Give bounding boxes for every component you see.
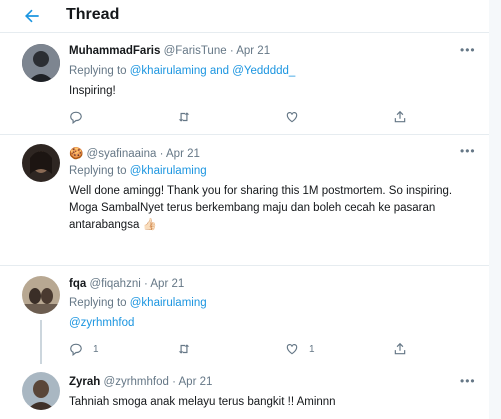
thumbs-up-emoji: 👍🏻 [142,219,157,231]
tweet-date[interactable]: Apr 21 [179,376,213,388]
tweet-meta: Zyrah @zyrhmhfod · Apr 21 [69,376,212,388]
retweet-button[interactable] [177,109,191,125]
like-button[interactable]: 1 [285,341,315,357]
handle[interactable]: @fiqahzni [89,278,140,290]
retweet-icon [178,112,190,122]
replying-to: Replying to @khairulaming [69,297,207,309]
display-name[interactable]: fqa [69,278,86,290]
like-count: 1 [309,343,315,355]
tweet-reply[interactable]: fqa @fiqahzni · Apr 21 Replying to @khai… [0,266,489,366]
share-icon [394,342,406,355]
display-name[interactable]: MuhammadFaris [69,45,160,57]
replying-prefix: Replying to [69,165,127,177]
reply-count: 1 [93,343,99,355]
like-icon [286,344,298,355]
tweet-text: Inspiring! [69,85,116,97]
reply-icon [70,343,82,356]
thread-connector [40,320,42,364]
replying-prefix: Replying to [69,65,127,77]
tweet-text-line: antarabangsa [69,219,140,231]
tweet-reply[interactable]: Zyrah @zyrhmhfod · Apr 21 ••• Tahniah sm… [0,366,489,419]
mention-link[interactable]: @khairulaming [130,165,207,177]
separator: · [159,148,164,160]
tweet-reply[interactable]: MuhammadFaris @FarisTune · Apr 21 ••• Re… [0,33,489,135]
tweet-date[interactable]: Apr 21 [150,278,184,290]
mention-and: and [209,65,230,77]
tweet-text: Tahniah smoga anak melayu terus bangkit … [69,396,336,408]
page-title: Thread [66,6,120,23]
tweet-date[interactable]: Apr 21 [166,148,200,160]
replying-prefix: Replying to [69,297,127,309]
tweet-text-line: Well done amingg! Thank you for sharing … [69,185,453,197]
mention-link[interactable]: @khairulaming [130,297,207,309]
more-icon[interactable]: ••• [460,43,476,57]
display-name[interactable]: 🍪 [69,148,83,160]
retweet-button[interactable] [177,341,191,357]
avatar[interactable] [22,372,60,410]
avatar-image [22,144,60,182]
tweet-reply[interactable]: 🍪 @syafinaaina · Apr 21 ••• Replying to … [0,135,489,266]
retweet-icon [178,344,190,354]
avatar[interactable] [22,144,60,182]
replying-to: Replying to @khairulaming and @Yeddddd_ [69,65,295,77]
separator: · [172,376,176,388]
like-button[interactable] [285,109,299,125]
reply-button[interactable] [69,109,83,125]
mention-link[interactable]: @khairulaming [130,65,207,77]
share-button[interactable] [393,341,407,357]
scrollbar[interactable] [489,0,501,419]
tweet-meta: MuhammadFaris @FarisTune · Apr 21 [69,45,270,57]
handle[interactable]: @zyrhmhfod [104,376,169,388]
avatar-image [22,44,60,82]
reply-icon [70,111,82,124]
display-name[interactable]: Zyrah [69,376,100,388]
handle[interactable]: @syafinaaina [87,148,157,160]
share-button[interactable] [393,109,407,125]
replying-to: Replying to @khairulaming [69,165,207,177]
mention-link[interactable]: @zyrhmhfod [69,317,134,329]
avatar[interactable] [22,44,60,82]
handle[interactable]: @FarisTune [164,45,227,57]
tweet-meta: 🍪 @syafinaaina · Apr 21 [69,146,200,160]
avatar[interactable] [22,276,60,314]
like-icon [286,112,298,123]
back-arrow-icon[interactable] [22,6,42,26]
separator: · [229,45,234,57]
tweet-meta: fqa @fiqahzni · Apr 21 [69,278,184,290]
avatar-image [22,372,60,410]
more-icon[interactable]: ••• [460,144,476,158]
tweet-text: @zyrhmhfod [69,315,487,332]
tweet-actions [69,109,429,125]
avatar-image [22,276,60,314]
tweet-text: Well done amingg! Thank you for sharing … [69,183,487,234]
reply-button[interactable]: 1 [69,341,99,357]
thread-header: Thread [0,0,489,33]
mention-link[interactable]: @Yeddddd_ [232,65,295,77]
share-icon [394,110,406,123]
tweet-text-line: Moga SambalNyet terus berkembang maju da… [69,202,436,214]
tweet-date[interactable]: Apr 21 [236,45,270,57]
tweet-actions: 1 1 [69,341,429,357]
separator: · [143,278,148,290]
more-icon[interactable]: ••• [460,374,476,388]
